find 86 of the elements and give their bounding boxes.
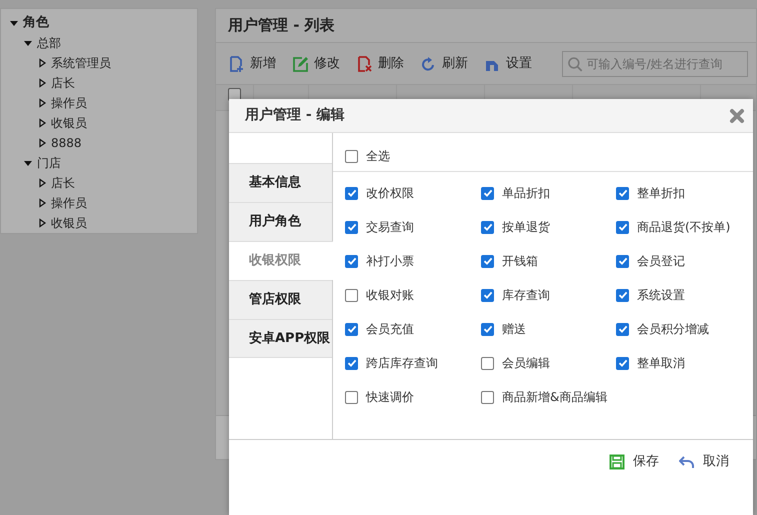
checkbox-label: 快速调价: [366, 389, 414, 406]
toolbar-button[interactable]: 新增: [228, 54, 276, 74]
tree-item[interactable]: 收银员: [51, 214, 87, 232]
toolbar-button[interactable]: 修改: [292, 54, 340, 74]
side-tab[interactable]: 基本信息: [229, 163, 332, 202]
tree-item[interactable]: 系统管理员: [51, 54, 111, 72]
checkbox[interactable]: [481, 220, 494, 234]
search-icon: [567, 56, 583, 72]
checkbox[interactable]: [345, 150, 358, 162]
tree-item[interactable]: 门店: [37, 154, 61, 172]
toolbar-button[interactable]: 刷新: [420, 54, 468, 74]
checkbox[interactable]: [345, 390, 358, 404]
search-field[interactable]: 可输入编号/姓名进行查询: [562, 50, 748, 76]
tree-item[interactable]: 角色: [23, 13, 49, 33]
checkbox[interactable]: [616, 254, 629, 268]
checkbox-label: 补打小票: [366, 253, 414, 270]
checkbox[interactable]: [345, 322, 358, 336]
checkbox[interactable]: [345, 288, 358, 302]
checkbox-label: 收银对账: [366, 287, 414, 304]
panel-title: 用户管理 - 列表: [228, 15, 335, 36]
close-icon[interactable]: [729, 108, 745, 124]
toolbar-button[interactable]: 删除: [356, 54, 404, 74]
expanded-triangle-icon[interactable]: [23, 158, 33, 168]
tree-item[interactable]: 操作员: [51, 194, 87, 212]
checkbox-label: 改价权限: [366, 185, 414, 202]
collapsed-triangle-icon[interactable]: [37, 138, 47, 148]
collapsed-triangle-icon[interactable]: [37, 178, 47, 188]
checkbox-label: 开钱箱: [502, 253, 538, 270]
checkbox-label: 会员编辑: [502, 355, 550, 372]
side-tab[interactable]: 收银权限: [229, 241, 333, 280]
tree-item[interactable]: 店长: [51, 74, 75, 92]
checkbox[interactable]: [616, 356, 629, 370]
edit-icon: [292, 56, 308, 72]
checkbox-label: 系统设置: [637, 287, 685, 304]
checkbox-label: 会员登记: [637, 253, 685, 270]
checkbox[interactable]: [345, 356, 358, 370]
checkbox[interactable]: [481, 356, 494, 370]
checkbox[interactable]: [345, 220, 358, 234]
checkbox-label: 单品折扣: [502, 185, 550, 202]
side-tab[interactable]: 安卓APP权限: [229, 319, 332, 358]
checkbox[interactable]: [616, 288, 629, 302]
checkbox[interactable]: [616, 186, 629, 200]
toolbar-button[interactable]: 设置: [484, 54, 532, 74]
checkbox-label: 交易查询: [366, 219, 414, 236]
checkbox[interactable]: [345, 254, 358, 268]
refresh-icon: [420, 56, 436, 72]
checkbox-label: 商品新增&商品编辑: [502, 389, 608, 406]
tree-item[interactable]: 店长: [51, 174, 75, 192]
checkbox[interactable]: [616, 220, 629, 234]
checkbox[interactable]: [481, 322, 494, 336]
checkbox-label: 库存查询: [502, 287, 550, 304]
checkbox-label: 整单折扣: [637, 185, 685, 202]
checkbox[interactable]: [481, 186, 494, 200]
checkbox-label: 会员充值: [366, 321, 414, 338]
expanded-triangle-icon[interactable]: [9, 18, 19, 28]
collapsed-triangle-icon[interactable]: [37, 98, 47, 108]
checkbox-label: 会员积分增减: [637, 321, 709, 338]
checkbox-label: 赠送: [502, 321, 526, 338]
tree-item[interactable]: 收银员: [51, 114, 87, 132]
collapsed-triangle-icon[interactable]: [37, 118, 47, 128]
checkbox-label: 跨店库存查询: [366, 355, 438, 372]
checkbox-label: 全选: [366, 148, 390, 165]
checkbox[interactable]: [481, 288, 494, 302]
expanded-triangle-icon[interactable]: [23, 38, 33, 48]
dialog-title: 用户管理 - 编辑: [245, 106, 345, 125]
side-tab[interactable]: 用户角色: [229, 202, 332, 241]
collapsed-triangle-icon[interactable]: [37, 218, 47, 228]
document-plus-icon: [228, 56, 244, 72]
checkbox-label: 整单取消: [637, 355, 685, 372]
undo-arrow-icon: [679, 454, 695, 470]
collapsed-triangle-icon[interactable]: [37, 78, 47, 88]
checkbox[interactable]: [616, 322, 629, 336]
checkbox-label: 按单退货: [502, 219, 550, 236]
checkbox-label: 商品退货(不按单): [637, 219, 730, 236]
checkbox[interactable]: [345, 186, 358, 200]
side-tab[interactable]: 管店权限: [229, 280, 332, 319]
document-delete-icon: [356, 56, 372, 72]
checkbox[interactable]: [481, 390, 494, 404]
collapsed-triangle-icon[interactable]: [37, 198, 47, 208]
tree-item[interactable]: 操作员: [51, 94, 87, 112]
tree-item[interactable]: 8888: [51, 134, 82, 152]
checkbox[interactable]: [481, 254, 494, 268]
tree-item[interactable]: 总部: [37, 34, 61, 52]
save-button[interactable]: 保存: [609, 452, 659, 472]
collapsed-triangle-icon[interactable]: [37, 58, 47, 68]
cancel-button[interactable]: 取消: [679, 452, 729, 472]
